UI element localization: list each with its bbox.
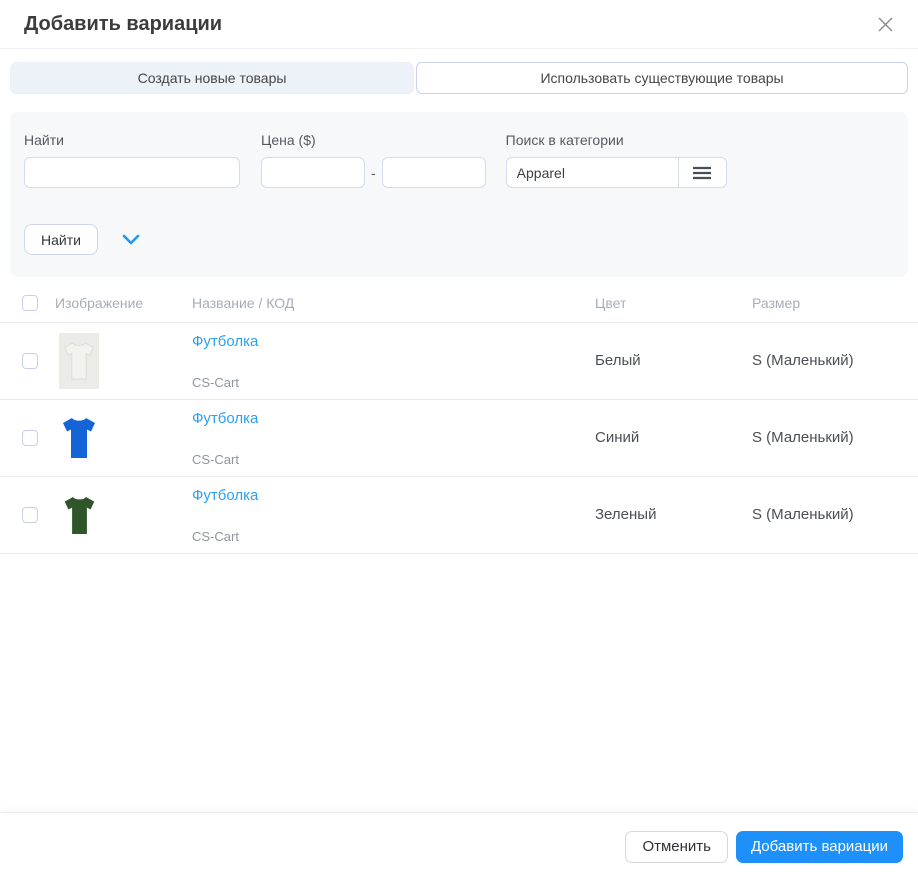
- table-row: Футболка CS-Cart Белый S (Маленький): [0, 322, 918, 401]
- tshirt-icon: [63, 418, 95, 459]
- category-picker-button[interactable]: [677, 157, 727, 188]
- tab-use-existing-products[interactable]: Использовать существующие товары: [416, 62, 908, 94]
- page-title: Добавить вариации: [24, 12, 223, 35]
- column-header-size: Размер: [752, 286, 918, 324]
- product-name-link[interactable]: Футболка: [192, 487, 595, 504]
- product-code: CS-Cart: [192, 528, 239, 544]
- product-size: S (Маленький): [752, 429, 854, 447]
- add-variations-modal: Добавить вариации Создать новые товары И…: [0, 0, 918, 880]
- row-checkbox[interactable]: [22, 353, 38, 370]
- product-color: Синий: [595, 429, 640, 447]
- modal-header: Добавить вариации: [0, 0, 918, 49]
- hamburger-icon: [692, 166, 712, 180]
- category-input[interactable]: [505, 157, 678, 188]
- price-range-separator: -: [371, 165, 376, 181]
- product-image: [59, 410, 99, 466]
- price-to-input[interactable]: [381, 157, 486, 188]
- product-code: CS-Cart: [192, 451, 239, 467]
- column-header-image: Изображение: [55, 286, 192, 324]
- add-variations-button[interactable]: Добавить вариации: [735, 830, 903, 863]
- product-code: CS-Cart: [192, 374, 239, 390]
- tshirt-icon: [64, 496, 94, 534]
- tab-bar: Создать новые товары Использовать сущест…: [10, 62, 908, 94]
- product-color: Белый: [595, 352, 641, 370]
- search-label: Найти: [24, 132, 64, 148]
- row-checkbox[interactable]: [22, 430, 38, 447]
- search-button[interactable]: Найти: [24, 224, 98, 255]
- table-header-row: Изображение Название / КОД Цвет Размер: [0, 286, 918, 324]
- column-header-color: Цвет: [595, 286, 752, 324]
- cancel-button[interactable]: Отменить: [625, 830, 728, 863]
- chevron-down-icon[interactable]: [122, 234, 140, 245]
- product-size: S (Маленький): [752, 352, 854, 370]
- search-input[interactable]: [24, 157, 240, 188]
- row-checkbox[interactable]: [22, 507, 38, 524]
- product-image: [59, 487, 99, 543]
- price-label: Цена ($): [261, 132, 316, 148]
- product-name-link[interactable]: Футболка: [192, 410, 595, 427]
- close-icon[interactable]: [873, 12, 898, 37]
- category-label: Поиск в категории: [505, 132, 624, 148]
- empty-results-area: [0, 554, 918, 812]
- product-name-link[interactable]: Футболка: [192, 333, 595, 350]
- product-size: S (Маленький): [752, 506, 854, 524]
- table-row: Футболка CS-Cart Зеленый S (Маленький): [0, 476, 918, 555]
- select-all-checkbox[interactable]: [22, 295, 38, 312]
- tab-create-new-products[interactable]: Создать новые товары: [10, 62, 415, 94]
- table-row: Футболка CS-Cart Синий S (Маленький): [0, 399, 918, 478]
- product-color: Зеленый: [595, 506, 657, 524]
- modal-footer: Отменить Добавить вариации: [0, 812, 918, 880]
- products-table: Изображение Название / КОД Цвет Размер Ф…: [0, 286, 918, 555]
- column-header-name-code: Название / КОД: [192, 286, 595, 324]
- tshirt-icon: [64, 342, 94, 380]
- product-image: [59, 333, 99, 390]
- price-from-input[interactable]: [261, 157, 365, 188]
- search-filters-panel: Найти Цена ($) - Поиск в категории Appar…: [10, 112, 908, 277]
